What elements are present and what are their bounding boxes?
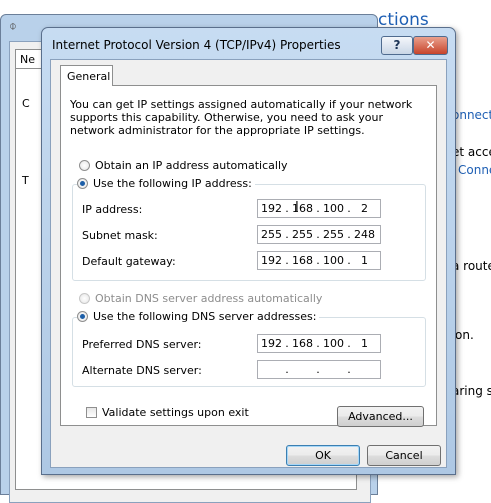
validate-option[interactable]: Validate settings upon exit — [86, 406, 249, 419]
default-gateway-label: Default gateway: — [82, 255, 176, 268]
alternate-dns-input[interactable]: . . . — [257, 360, 381, 379]
background-link-connect[interactable]: onnect — [452, 108, 491, 122]
preferred-dns-octet-4: 1 — [361, 337, 368, 350]
subnet-octet-4: 248 — [354, 228, 375, 241]
help-button[interactable]: ? — [381, 36, 413, 55]
gateway-octet-2: 168 — [292, 254, 313, 267]
close-button[interactable]: ✕ — [413, 36, 448, 55]
subnet-octet-2: 255 — [292, 228, 313, 241]
dns-auto-radio — [79, 293, 90, 304]
preferred-dns-label: Preferred DNS server: — [82, 338, 202, 351]
dns-manual-radio[interactable] — [77, 311, 88, 322]
description-text: You can get IP settings assigned automat… — [70, 98, 413, 137]
background-text-access: et acces — [452, 145, 491, 159]
ok-button[interactable]: OK — [286, 445, 360, 466]
general-tab-panel: You can get IP settings assigned automat… — [60, 85, 437, 427]
default-gateway-input[interactable]: 192. 168. 100. 1 — [257, 251, 381, 270]
ip-manual-radio[interactable] — [77, 178, 88, 189]
subnet-octet-1: 255 — [261, 228, 282, 241]
gateway-octet-1: 192 — [261, 254, 282, 267]
subnet-octet-3: 255 — [323, 228, 344, 241]
ip-octet-1: 192 — [261, 202, 282, 215]
background-text-on: on. — [455, 328, 474, 342]
background-letter-t: T — [22, 174, 29, 187]
dns-manual-option[interactable]: Use the following DNS server addresses: — [77, 310, 320, 323]
ip-manual-label: Use the following IP address: — [93, 177, 252, 190]
cancel-button[interactable]: Cancel — [367, 445, 441, 466]
ip-auto-radio[interactable] — [79, 160, 90, 171]
text-cursor-icon: I — [295, 200, 299, 215]
help-icon: ? — [393, 38, 401, 52]
ip-octet-4: 2 — [361, 202, 368, 215]
validate-label: Validate settings upon exit — [102, 406, 249, 419]
dialog-body: General You can get IP settings assigned… — [50, 59, 447, 468]
background-link-conne[interactable]: Conne — [458, 163, 491, 177]
tab-general[interactable]: General — [60, 65, 113, 86]
dns-manual-label: Use the following DNS server addresses: — [93, 310, 317, 323]
gateway-octet-4: 1 — [361, 254, 368, 267]
subnet-mask-label: Subnet mask: — [82, 229, 158, 242]
preferred-dns-octet-3: 100 — [323, 337, 344, 350]
validate-checkbox[interactable] — [86, 407, 97, 418]
dns-auto-option: Obtain DNS server address automatically — [79, 292, 322, 305]
background-text-sharing: aring se — [452, 384, 491, 398]
background-letter-c: C — [22, 97, 30, 110]
advanced-button[interactable]: Advanced... — [337, 406, 424, 427]
background-text-route: a route — [452, 259, 491, 273]
ip-address-label: IP address: — [82, 203, 143, 216]
dialog-title: Internet Protocol Version 4 (TCP/IPv4) P… — [52, 38, 341, 52]
ip-address-input[interactable]: 192. 168. 100. 2 — [257, 199, 381, 218]
ip-octet-2: 168 — [292, 202, 313, 215]
ip-auto-option[interactable]: Obtain an IP address automatically — [79, 159, 288, 172]
ipv4-properties-dialog: Internet Protocol Version 4 (TCP/IPv4) P… — [41, 27, 456, 475]
ip-auto-label: Obtain an IP address automatically — [95, 159, 288, 172]
gateway-octet-3: 100 — [323, 254, 344, 267]
network-icon: ⌽ — [9, 19, 17, 34]
alternate-dns-label: Alternate DNS server: — [82, 364, 202, 377]
ip-manual-option[interactable]: Use the following IP address: — [77, 177, 255, 190]
ip-octet-3: 100 — [323, 202, 344, 215]
subnet-mask-input[interactable]: 255. 255. 255. 248 — [257, 225, 381, 244]
close-icon: ✕ — [425, 38, 436, 52]
preferred-dns-octet-2: 168 — [292, 337, 313, 350]
dns-auto-label: Obtain DNS server address automatically — [95, 292, 323, 305]
preferred-dns-input[interactable]: 192. 168. 100. 1 — [257, 334, 381, 353]
preferred-dns-octet-1: 192 — [261, 337, 282, 350]
